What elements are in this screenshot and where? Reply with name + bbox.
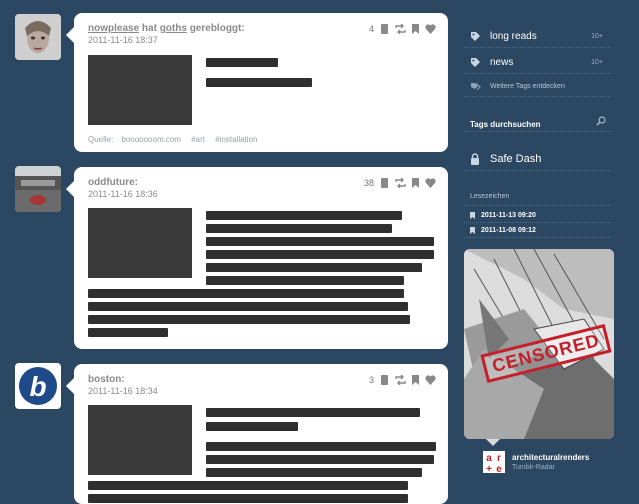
radar-user[interactable]: architecturalrenders [512,453,589,462]
post: oddfuture: 2011-11-16 18:36 38 [66,167,448,349]
redacted-text [206,263,422,272]
safe-dash-label: Safe Dash [490,153,542,165]
post-date[interactable]: 2011-11-16 18:37 [88,35,158,45]
bookmark-icon[interactable] [412,375,419,385]
post: boston: 2011-11-16 18:34 3 [66,364,448,504]
post-date[interactable]: 2011-11-16 18:36 [88,189,158,199]
search-icon[interactable] [596,116,606,126]
sidebar-tag-news[interactable]: news 10+ [464,51,611,74]
sidebar-tag-long-reads[interactable]: long reads 10+ [464,25,611,48]
redacted-text [206,408,420,417]
svg-text:b: b [29,371,46,402]
avatar-image [15,14,61,60]
tag-label: long reads [490,30,537,42]
bookmark-icon[interactable] [412,24,419,34]
avatar-image [15,166,61,212]
redacted-text [206,211,402,220]
bookmark-item[interactable]: 2011-11-13 09:20 [464,208,611,223]
post-source: Quelle: booooooom.com #art #installation [88,135,258,144]
radar-avatar-logo: a r + e [483,451,505,475]
reblog-source-link[interactable]: goths [160,23,187,34]
bookmarks-divider [464,205,611,206]
bookmark-item[interactable]: 2011-11-08 09:12 [464,223,611,238]
tag-icon [470,57,484,68]
reblog-icon[interactable] [395,24,406,34]
post: nowplease hat goths gerebloggt: 2011-11-… [66,13,448,152]
post-image[interactable] [88,208,192,278]
reblog-icon[interactable] [395,375,406,385]
post-controls: 4 [369,24,436,34]
redacted-text [206,276,404,285]
notes-icon[interactable] [380,24,389,34]
post-controls: 38 [364,178,436,188]
redacted-text [206,422,298,431]
like-icon[interactable] [425,178,436,188]
redacted-text [206,224,392,233]
redacted-text [206,78,312,87]
tag-label: news [490,56,514,68]
like-icon[interactable] [425,375,436,385]
redacted-text [206,455,434,464]
radar-label: Tumblr-Radar [512,464,555,471]
bookmark-icon [470,226,475,234]
tag-count: 10+ [591,58,603,66]
redacted-text [206,237,434,246]
tags-icon [470,82,484,91]
redacted-text [206,442,436,451]
svg-text:e: e [496,464,502,473]
avatar[interactable] [15,14,61,60]
redacted-text [88,315,410,324]
lock-icon [470,153,484,165]
redacted-text [88,328,168,337]
note-count[interactable]: 3 [369,375,374,385]
post-image[interactable] [88,405,192,475]
redacted-text [206,58,278,67]
notes-icon[interactable] [380,375,389,385]
notes-icon[interactable] [380,178,389,188]
tag-link[interactable]: #art [191,135,205,144]
radar-pointer [486,439,500,446]
source-link[interactable]: booooooom.com [121,135,181,144]
post-title: oddfuture: [88,177,138,188]
radar-image[interactable]: CENSORED [464,249,614,439]
bookmarks-heading: Lesezeichen [470,193,510,200]
svg-text:r: r [497,453,501,464]
note-count[interactable]: 4 [369,24,374,34]
discover-tags-link[interactable]: Weitere Tags entdecken [464,76,611,97]
redacted-text [206,250,434,259]
redacted-text [88,494,408,503]
redacted-text [88,302,408,311]
avatar[interactable]: b [15,363,61,409]
post-title: nowplease hat goths gerebloggt: [88,23,245,34]
post-controls: 3 [369,375,436,385]
reblog-icon[interactable] [395,178,406,188]
post-image[interactable] [88,55,192,125]
tag-search-label: Tags durchsuchen [470,120,541,129]
svg-text:+: + [486,464,492,473]
post-author-link[interactable]: nowplease [88,23,139,34]
redacted-text [206,468,422,477]
svg-text:a: a [486,453,492,464]
tag-link[interactable]: #installation [215,135,257,144]
bookmark-icon [470,211,475,219]
redacted-text [88,481,408,490]
post-date[interactable]: 2011-11-16 18:34 [88,386,158,396]
redacted-text [88,289,404,298]
tag-count: 10+ [591,32,603,40]
radar-avatar[interactable]: a r + e [483,451,505,475]
post-title: boston: [88,374,125,385]
like-icon[interactable] [425,24,436,34]
tag-search-field[interactable] [464,130,611,132]
tag-icon [470,31,484,42]
avatar-image: b [15,363,61,409]
post-author-link[interactable]: boston: [88,374,125,385]
note-count[interactable]: 38 [364,178,374,188]
safe-dash-toggle[interactable]: Safe Dash [464,148,611,171]
avatar[interactable] [15,166,61,212]
bookmark-icon[interactable] [412,178,419,188]
post-author-link[interactable]: oddfuture: [88,177,138,188]
